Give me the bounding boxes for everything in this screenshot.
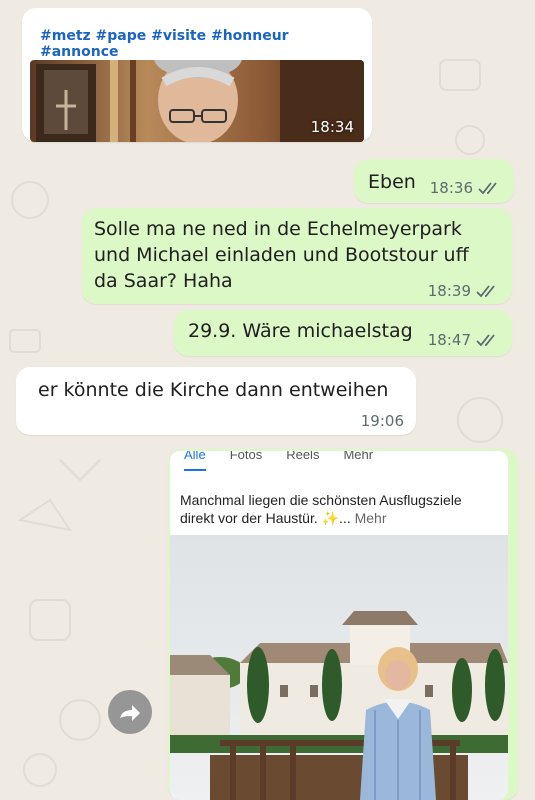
message-time: 18:34 [310, 118, 354, 136]
screenshot-tab: Reels [286, 451, 320, 462]
message-meta: 19:06 [361, 412, 404, 430]
screenshot-tab: Alle [184, 451, 206, 471]
forward-button[interactable] [108, 690, 152, 734]
message-meta: 18:36 [430, 179, 502, 197]
message-kirche[interactable]: er könnte die Kirche dann entweihen 19:0… [16, 367, 416, 435]
message-text: Eben [368, 171, 416, 193]
message-solle[interactable]: Solle ma ne ned in de Echelmeyerpark und… [82, 208, 512, 304]
message-screenshot[interactable]: Alle Fotos Reels Mehr Manchmal liegen di… [168, 449, 518, 800]
message-time: 18:39 [427, 282, 471, 300]
message-meta: 18:47 [428, 331, 500, 349]
double-check-icon [476, 334, 495, 347]
message-text: er könnte die Kirche dann entweihen [38, 379, 389, 401]
message-text: 29.9. Wäre michaelstag [188, 320, 413, 342]
forward-icon [120, 705, 140, 721]
message-meta: 18:39 [428, 282, 500, 300]
post-hashtags[interactable]: #metz #pape #visite #honneur #annonce [30, 16, 364, 60]
double-check-icon [478, 182, 497, 195]
screenshot-tabs: Alle Fotos Reels Mehr [170, 451, 508, 471]
caption-text: Manchmal liegen die schönsten Ausflugszi… [180, 492, 462, 526]
post-photo[interactable]: 18:34 [30, 60, 364, 142]
message-time: 18:47 [427, 331, 471, 349]
message-time: 19:06 [360, 412, 404, 430]
caption-more: Mehr [354, 510, 387, 526]
message-shared-post[interactable]: #metz #pape #visite #honneur #annonce 18… [22, 8, 372, 142]
message-time: 18:36 [429, 179, 473, 197]
message-eben[interactable]: Eben 18:36 [354, 159, 514, 203]
screenshot-caption: Manchmal liegen die schönsten Ausflugszi… [170, 485, 508, 535]
screenshot-tab: Mehr [343, 451, 374, 462]
message-michaelstag[interactable]: 29.9. Wäre michaelstag 18:47 [174, 310, 512, 356]
double-check-icon [476, 285, 495, 298]
screenshot-photo [170, 535, 508, 800]
screenshot-image[interactable]: Alle Fotos Reels Mehr Manchmal liegen di… [170, 451, 508, 800]
screenshot-tab: Fotos [229, 451, 263, 462]
